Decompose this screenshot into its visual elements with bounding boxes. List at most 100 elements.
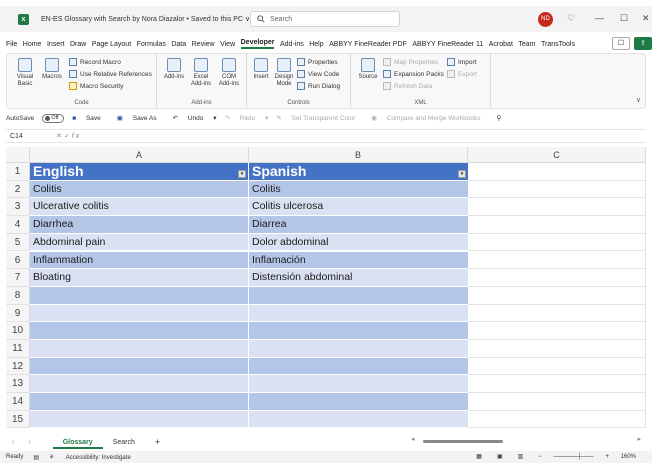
cancel-formula-icon[interactable]: ✕ (56, 133, 64, 140)
cell-c[interactable] (468, 340, 646, 358)
row-header[interactable]: 9 (6, 304, 30, 323)
menu-tab-data[interactable]: Data (171, 41, 186, 48)
cell-spanish[interactable] (249, 304, 468, 323)
cell-c[interactable] (468, 286, 646, 305)
row-header[interactable]: 11 (6, 340, 30, 358)
cell-spanish[interactable] (249, 322, 468, 340)
redo-button[interactable]: ↷ Redo ▾ (224, 114, 268, 122)
map-properties-button[interactable]: Map Properties (383, 58, 438, 66)
page-layout-view-icon[interactable]: ▣ (497, 454, 503, 460)
zoom-in-icon[interactable]: + (605, 454, 609, 460)
select-all-corner[interactable] (6, 147, 30, 163)
cell-spanish[interactable] (249, 375, 468, 394)
import-button[interactable]: Import (447, 58, 476, 66)
column-header-b[interactable]: B (249, 147, 468, 163)
save-as-button[interactable]: ▣ Save As (117, 114, 165, 122)
scroll-left-icon[interactable]: ◂ (411, 435, 415, 443)
column-header-a[interactable]: A (30, 147, 249, 163)
row-header[interactable]: 10 (6, 322, 30, 340)
cell-spanish[interactable] (249, 357, 468, 376)
name-box[interactable]: C14 (6, 133, 56, 140)
document-title[interactable]: EN-ES Glossary with Search by Nora Diaza… (41, 15, 250, 23)
cell-spanish[interactable]: Dolor abdominal (249, 233, 468, 252)
refresh-data-button[interactable]: Refresh Data (383, 82, 432, 90)
filter-dropdown-icon[interactable]: ▾ (238, 169, 246, 178)
cell-english[interactable] (30, 286, 249, 305)
cell-spanish[interactable] (249, 340, 468, 358)
menu-tab-abbyy-finereader-11[interactable]: ABBYY FineReader 11 (412, 41, 483, 48)
row-header[interactable]: 15 (6, 410, 30, 429)
cell-english[interactable]: Colitis (30, 180, 249, 199)
cell-spanish[interactable] (249, 393, 468, 411)
accessibility-status[interactable]: ⚘ Accessibility: Investigate (49, 454, 141, 461)
cell-english[interactable] (30, 340, 249, 358)
cell-c[interactable] (468, 357, 646, 376)
cell-english[interactable] (30, 393, 249, 411)
menu-tab-home[interactable]: Home (23, 41, 42, 48)
view-code-button[interactable]: View Code (297, 70, 339, 78)
menu-tab-acrobat[interactable]: Acrobat (489, 41, 513, 48)
scroll-right-icon[interactable]: ▸ (637, 435, 641, 443)
row-header[interactable]: 5 (6, 233, 30, 252)
cell-c[interactable] (468, 216, 646, 234)
cell-spanish[interactable]: Colitis (249, 180, 468, 199)
row-header[interactable]: 13 (6, 375, 30, 394)
cell-c[interactable] (468, 163, 646, 181)
menu-tab-formulas[interactable]: Formulas (137, 41, 166, 48)
lightbulb-icon[interactable]: ♡ (567, 13, 575, 24)
sheet-tab-glossary[interactable]: Glossary (52, 436, 103, 449)
cell-c[interactable] (468, 304, 646, 323)
cell-spanish[interactable] (249, 410, 468, 429)
zoom-slider[interactable]: ————┼—— (554, 454, 594, 460)
comments-icon[interactable]: ☐ (612, 37, 630, 50)
zoom-out-icon[interactable]: − (538, 454, 542, 460)
menu-tab-developer[interactable]: Developer (240, 39, 275, 49)
horizontal-scrollbar[interactable]: ◂ ▸ (411, 435, 641, 449)
avatar[interactable]: ND (538, 12, 553, 27)
cell-c[interactable] (468, 180, 646, 199)
export-button[interactable]: Export (447, 70, 477, 78)
menu-tab-add-ins[interactable]: Add-ins (280, 41, 304, 48)
cell-c[interactable] (468, 269, 646, 287)
properties-button[interactable]: Properties (297, 58, 338, 66)
collapse-ribbon-icon[interactable]: ∨ (636, 96, 641, 104)
compare-merge-button[interactable]: ◉ Compare and Merge Workbooks (371, 114, 488, 122)
horizontal-scroll-thumb[interactable] (423, 440, 503, 443)
cell-spanish[interactable]: Diarrea (249, 216, 468, 234)
row-header[interactable]: 1 (6, 163, 30, 181)
sheet-tab-search[interactable]: Search (103, 436, 145, 449)
insert-function-icon[interactable]: fx (72, 133, 81, 140)
menu-tab-view[interactable]: View (220, 41, 235, 48)
cell-c[interactable] (468, 410, 646, 429)
autosave-toggle[interactable]: Off (42, 113, 65, 123)
close-icon[interactable]: ✕ (642, 13, 650, 24)
design-mode-button[interactable]: Design Mode (273, 58, 295, 88)
macros-button[interactable]: Macros (41, 58, 63, 81)
cell-c[interactable] (468, 198, 646, 217)
add-sheet-button[interactable]: + (145, 436, 170, 449)
row-header[interactable]: 6 (6, 251, 30, 270)
addins-button[interactable]: Add-ins (163, 58, 185, 81)
cell-english[interactable] (30, 357, 249, 376)
macro-security-button[interactable]: Macro Security (69, 82, 123, 90)
cell-spanish[interactable] (249, 286, 468, 305)
xml-source-button[interactable]: Source (357, 58, 379, 81)
cell-c[interactable] (468, 393, 646, 411)
minimize-icon[interactable]: — (595, 13, 604, 23)
cell-english[interactable]: Inflammation (30, 251, 249, 270)
scroll-tabs-left-icon[interactable]: ‹ (12, 439, 14, 446)
record-macro-button[interactable]: Record Macro (69, 58, 121, 66)
save-button[interactable]: ■ Save (72, 115, 109, 122)
row-header[interactable]: 14 (6, 393, 30, 411)
cell-english[interactable] (30, 322, 249, 340)
set-transparent-button[interactable]: ✎ Set Transparent Color (276, 114, 363, 122)
cell-english[interactable] (30, 375, 249, 394)
row-header[interactable]: 12 (6, 357, 30, 376)
cell-english[interactable] (30, 410, 249, 429)
row-header[interactable]: 7 (6, 269, 30, 287)
menu-tab-help[interactable]: Help (309, 41, 323, 48)
menu-tab-abbyy-finereader-pdf[interactable]: ABBYY FineReader PDF (329, 41, 407, 48)
share-icon[interactable]: ⇪ (634, 37, 652, 50)
relative-refs-button[interactable]: Use Relative References (69, 70, 152, 78)
cell-english[interactable] (30, 304, 249, 323)
